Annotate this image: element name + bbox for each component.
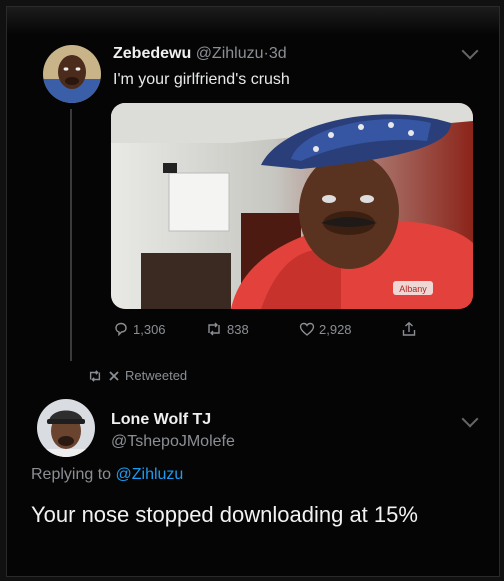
reply-icon	[115, 322, 127, 337]
replying-prefix: Replying to	[31, 466, 112, 483]
replying-to-link[interactable]: @Zihluzu	[116, 466, 184, 483]
retweet-icon	[89, 369, 101, 382]
chevron-down-icon[interactable]	[461, 42, 479, 60]
retweet-count: 838	[227, 321, 249, 337]
tweet-text: Your nose stopped downloading at 15%	[31, 502, 418, 527]
avatar-lone-wolf-tj[interactable]	[37, 399, 95, 457]
display-name[interactable]: Zebedewu	[113, 45, 191, 62]
handle[interactable]: @TshepoJMolefe	[111, 433, 235, 451]
heart-icon	[299, 322, 315, 336]
reply-action[interactable]: 1,306	[113, 319, 166, 339]
reply-count: 1,306	[133, 321, 166, 337]
retweeted-bar[interactable]: Retweeted	[87, 368, 187, 383]
replying-to: Replying to @Zihluzu	[31, 466, 183, 484]
tweet-media-photo[interactable]: Albany	[111, 103, 473, 309]
share-icon	[402, 321, 416, 336]
screenshot-frame: Zebedewu @Zihluzu·3d I'm your girlfriend…	[6, 6, 500, 577]
avatar-zebedewu[interactable]	[43, 45, 101, 103]
like-count: 2,928	[319, 321, 352, 337]
thread-line	[70, 109, 72, 361]
retweeted-label: Retweeted	[125, 368, 188, 383]
tweet-actions: 1,306 838 2,928	[113, 319, 433, 339]
retweet-icon	[208, 322, 220, 336]
timestamp[interactable]: 3d	[269, 45, 287, 62]
handle[interactable]: @Zihluzu	[196, 45, 264, 62]
share-action[interactable]	[401, 319, 417, 339]
tweet-header: Zebedewu @Zihluzu·3d	[113, 45, 287, 63]
chevron-down-icon[interactable]	[461, 410, 479, 428]
retweet-action[interactable]: 838	[205, 319, 249, 339]
close-icon	[109, 370, 119, 381]
shirt-logo-text: Albany	[399, 284, 427, 294]
tweet-text: I'm your girlfriend's crush	[113, 71, 290, 88]
top-fade	[7, 7, 499, 35]
like-action[interactable]: 2,928	[299, 319, 352, 339]
display-name[interactable]: Lone Wolf TJ	[111, 411, 211, 429]
